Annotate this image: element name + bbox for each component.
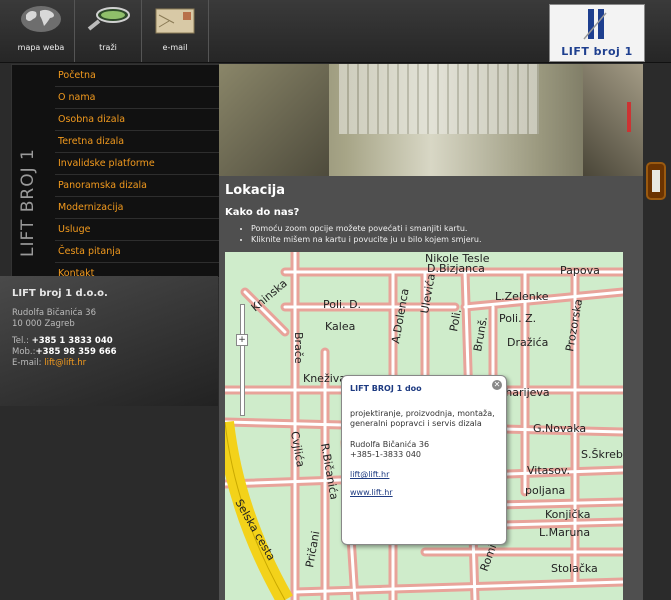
company-city: 10 000 Zagreb [12, 319, 75, 329]
company-email: E-mail: lift@lift.hr [12, 358, 87, 368]
elevator-icon [646, 162, 666, 200]
popup-phone: +385-1-3833 040 [350, 450, 422, 459]
map-label: D.Bizjanca [427, 262, 485, 275]
logo-text: LIFT broj 1 [561, 45, 633, 58]
map-label: poljana [525, 484, 565, 497]
zoom-slider[interactable] [240, 304, 245, 416]
logo-mark-icon [583, 9, 607, 40]
map-label: S.Škrebl [581, 448, 623, 461]
map-label: G.Novaka [533, 422, 586, 435]
map-label: Poli. D. [323, 298, 361, 311]
top-navigation: mapa weba traži e-mail [8, 0, 209, 62]
popup-title: LIFT BROJ 1 doo [350, 384, 422, 393]
map-label: L.Zelenke [495, 290, 549, 303]
map-label: Papova [560, 264, 600, 277]
main-menu: Početna O nama Osobna dizala Teretna diz… [55, 65, 219, 285]
menu-item-cesta-pitanja[interactable]: Česta pitanja [55, 241, 219, 263]
map-label: Poli. Z. [499, 312, 536, 325]
map-label: L.Maruna [539, 526, 590, 539]
sidebar-vertical-title: LIFT BROJ 1 [18, 148, 38, 257]
list-item: Kliknite mišem na kartu i povucite ju u … [251, 234, 482, 245]
map-label: Vitasov. [527, 464, 570, 477]
world-map-icon [21, 6, 61, 32]
map-info-popup: ✕ LIFT BROJ 1 doo projektiranje, proizvo… [341, 375, 507, 545]
location-map[interactable]: Nikole Tesle D.Bizjanca Papova Kninska P… [225, 252, 623, 600]
company-info: LIFT broj 1 d.o.o. Rudolfa Bičanića 36 1… [0, 276, 218, 406]
popup-address: Rudolfa Bičanića 36 [350, 440, 430, 449]
instruction-list: Pomoću zoom opcije možete povećati i sma… [239, 223, 482, 245]
main-content: Lokacija Kako do nas? Pomoću zoom opcije… [219, 176, 643, 600]
menu-item-modernizacija[interactable]: Modernizacija [55, 197, 219, 219]
company-mobile: Mob.:+385 98 359 666 [12, 347, 117, 357]
search-link[interactable]: traži [75, 0, 142, 62]
map-label: Stolačka [551, 562, 598, 575]
zoom-in-button[interactable]: + [236, 334, 248, 346]
map-label: Brače [292, 332, 305, 364]
menu-item-invalidske-platforme[interactable]: Invalidske platforme [55, 153, 219, 175]
company-name: LIFT broj 1 d.o.o. [12, 288, 108, 299]
map-label: Kneživa [303, 372, 346, 385]
sidebar: LIFT BROJ 1 Početna O nama Osobna dizala… [11, 64, 220, 285]
sitemap-link[interactable]: mapa weba [8, 0, 75, 62]
top-bar: mapa weba traži e-mail LIFT broj 1 [0, 0, 671, 63]
menu-item-o-nama[interactable]: O nama [55, 87, 219, 109]
map-label: Kalea [325, 320, 355, 333]
email-link[interactable]: e-mail [142, 0, 209, 62]
popup-web-link[interactable]: www.lift.hr [350, 488, 393, 497]
company-phone: Tel.: +385 1 3833 040 [12, 336, 113, 346]
close-icon[interactable]: ✕ [492, 380, 502, 390]
company-logo[interactable]: LIFT broj 1 [549, 4, 645, 62]
menu-item-usluge[interactable]: Usluge [55, 219, 219, 241]
list-item: Pomoću zoom opcije možete povećati i sma… [251, 223, 482, 234]
magnifier-icon [87, 7, 130, 31]
page-title: Lokacija [225, 183, 286, 198]
menu-item-pocetna[interactable]: Početna [55, 65, 219, 87]
map-zoom-control[interactable]: + [236, 294, 248, 430]
hero-elevator-image [219, 64, 643, 178]
company-street: Rudolfa Bičanića 36 [12, 308, 96, 318]
map-label: Konjička [545, 508, 590, 521]
popup-description: projektiranje, proizvodnja, montaža, gen… [350, 409, 495, 428]
email-link-text[interactable]: lift@lift.hr [44, 358, 86, 368]
menu-item-osobna-dizala[interactable]: Osobna dizala [55, 109, 219, 131]
menu-item-teretna-dizala[interactable]: Teretna dizala [55, 131, 219, 153]
popup-email-link[interactable]: lift@lift.hr [350, 470, 389, 479]
menu-item-panoramska-dizala[interactable]: Panoramska dizala [55, 175, 219, 197]
map-label: Dražića [507, 336, 548, 349]
section-subtitle: Kako do nas? [225, 207, 300, 218]
envelope-icon [155, 8, 195, 34]
